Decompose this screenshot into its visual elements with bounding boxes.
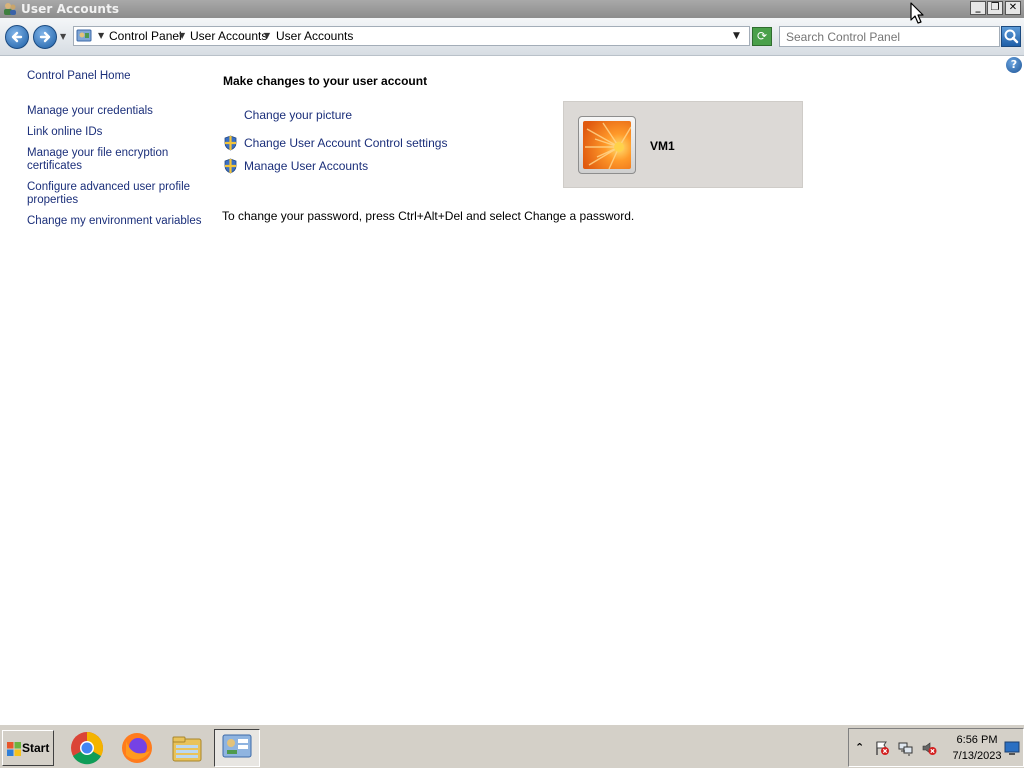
forward-arrow-icon (39, 31, 51, 43)
control-panel-icon (76, 29, 92, 42)
chrome-icon[interactable] (68, 729, 106, 767)
manage-credentials-link[interactable]: Manage your credentials (27, 105, 153, 118)
windows-logo-icon (7, 742, 21, 756)
breadcrumb-arrow-icon[interactable]: ▼ (98, 31, 104, 40)
file-encryption-certificates-link[interactable]: Manage your file encryption certificates (27, 147, 177, 173)
show-desktop-icon[interactable] (1004, 740, 1020, 756)
mouse-cursor-icon (910, 2, 924, 24)
clock-date[interactable]: 7/13/2023 (947, 750, 1007, 762)
link-online-ids-link[interactable]: Link online IDs (27, 126, 102, 139)
show-hidden-icons-icon[interactable]: ⌃ (855, 741, 864, 754)
file-explorer-icon[interactable] (168, 729, 206, 767)
control-panel-home-link[interactable]: Control Panel Home (27, 70, 131, 83)
title-bar: User Accounts _ ❐ ✕ (0, 0, 1024, 18)
breadcrumb-control-panel[interactable]: Control Panel (109, 29, 182, 43)
system-tray: ⌃ 6:56 PM 7/13/2023 (848, 728, 1024, 767)
volume-muted-icon[interactable] (921, 740, 937, 756)
control-panel-icon (222, 734, 252, 758)
uac-shield-icon (224, 135, 237, 151)
recent-pages-dropdown-icon[interactable]: ▼ (60, 32, 66, 41)
user-name: VM1 (650, 139, 675, 153)
password-instructions: To change your password, press Ctrl+Alt+… (222, 209, 635, 223)
breadcrumb-user-accounts-current[interactable]: User Accounts (276, 29, 353, 43)
change-picture-link[interactable]: Change your picture (244, 108, 352, 122)
breadcrumb-arrow-icon[interactable]: ▼ (264, 31, 270, 40)
user-picture-frame (578, 116, 636, 174)
control-panel-taskbar-button[interactable] (214, 729, 260, 767)
refresh-icon: ⟳ (756, 29, 768, 43)
manage-user-accounts-link[interactable]: Manage User Accounts (244, 159, 368, 173)
refresh-button[interactable]: ⟳ (752, 27, 772, 46)
back-button[interactable] (5, 25, 29, 49)
breadcrumb-user-accounts[interactable]: User Accounts (190, 29, 267, 43)
taskbar: Start ⌃ 6:56 PM 7/13/2023 (0, 724, 1024, 768)
action-center-flag-icon[interactable] (874, 740, 890, 756)
user-account-tile: VM1 (563, 101, 803, 188)
change-uac-settings-link[interactable]: Change User Account Control settings (244, 136, 447, 150)
minimize-button[interactable]: _ (970, 1, 986, 15)
user-accounts-icon (4, 3, 16, 15)
search-icon (1004, 29, 1019, 44)
uac-shield-icon (224, 158, 237, 174)
network-icon[interactable] (898, 740, 914, 756)
address-box[interactable]: ▼ Control Panel ▼ User Accounts ▼ User A… (73, 26, 750, 46)
help-icon[interactable]: ? (1006, 57, 1022, 73)
start-button[interactable]: Start (2, 730, 54, 766)
address-dropdown-icon[interactable]: ▼ (733, 31, 740, 41)
firefox-icon[interactable] (118, 729, 156, 767)
maximize-button[interactable]: ❐ (987, 1, 1003, 15)
page-heading: Make changes to your user account (223, 74, 428, 88)
forward-button[interactable] (33, 25, 57, 49)
advanced-user-profile-link[interactable]: Configure advanced user profile properti… (27, 181, 192, 207)
breadcrumb-arrow-icon[interactable]: ▼ (179, 31, 185, 40)
window-title: User Accounts (21, 2, 120, 16)
search-button[interactable] (1001, 26, 1021, 47)
start-label: Start (22, 741, 50, 755)
user-picture (583, 121, 631, 169)
search-input[interactable] (780, 27, 999, 46)
search-box[interactable] (779, 26, 1000, 47)
environment-variables-link[interactable]: Change my environment variables (27, 215, 202, 228)
clock-time[interactable]: 6:56 PM (947, 734, 1007, 746)
back-arrow-icon (11, 31, 23, 43)
close-button[interactable]: ✕ (1005, 1, 1021, 15)
